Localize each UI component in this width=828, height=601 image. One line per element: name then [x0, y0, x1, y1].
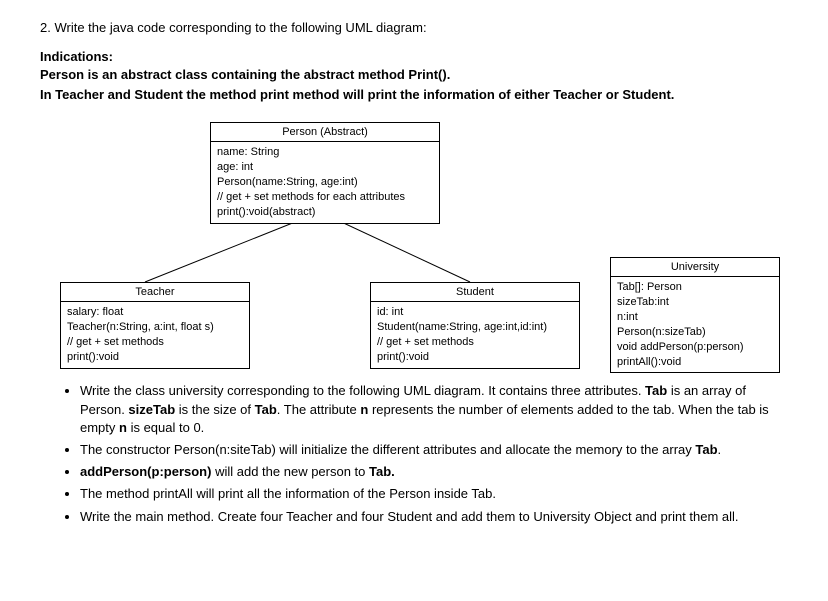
- uml-person-l2: age: int: [217, 160, 433, 175]
- uml-student-l2: Student(name:String, age:int,id:int): [377, 320, 573, 335]
- task-1-text4: . The attribute: [277, 402, 361, 417]
- uml-teacher-l4: print():void: [67, 350, 243, 365]
- uml-person-title: Person (Abstract): [211, 123, 439, 142]
- task-1-text3: is the size of: [175, 402, 254, 417]
- uml-university-l4: Person(n:sizeTab): [617, 325, 773, 340]
- indications-label: Indications:: [40, 49, 788, 64]
- uml-person-l1: name: String: [217, 145, 433, 160]
- task-1-text: Write the class university corresponding…: [80, 383, 645, 398]
- uml-university: University Tab[]: Person sizeTab:int n:i…: [610, 257, 780, 373]
- task-3-tab: Tab.: [369, 464, 395, 479]
- uml-student: Student id: int Student(name:String, age…: [370, 282, 580, 368]
- task-3: addPerson(p:person) will add the new per…: [80, 463, 788, 481]
- uml-teacher-l2: Teacher(n:String, a:int, float s): [67, 320, 243, 335]
- indication-2: In Teacher and Student the method print …: [40, 86, 788, 104]
- uml-person-l5: print():void(abstract): [217, 205, 433, 220]
- task-3-method: addPerson(p:person): [80, 464, 211, 479]
- indication-1: Person is an abstract class containing t…: [40, 66, 788, 84]
- task-1-text6: is equal to 0.: [127, 420, 204, 435]
- task-3-text: will add the new person to: [211, 464, 369, 479]
- uml-person-l4: // get + set methods for each attributes: [217, 190, 433, 205]
- task-2-text: The constructor Person(n:siteTab) will i…: [80, 442, 695, 457]
- uml-teacher-l3: // get + set methods: [67, 335, 243, 350]
- uml-student-l3: // get + set methods: [377, 335, 573, 350]
- uml-teacher: Teacher salary: float Teacher(n:String, …: [60, 282, 250, 368]
- uml-university-l5: void addPerson(p:person): [617, 340, 773, 355]
- uml-teacher-l1: salary: float: [67, 305, 243, 320]
- question-title: 2. Write the java code corresponding to …: [40, 20, 788, 35]
- task-1: Write the class university corresponding…: [80, 382, 788, 437]
- uml-teacher-title: Teacher: [61, 283, 249, 302]
- task-2-dot: .: [718, 442, 722, 457]
- uml-university-l3: n:int: [617, 310, 773, 325]
- uml-person-l3: Person(name:String, age:int): [217, 175, 433, 190]
- uml-person: Person (Abstract) name: String age: int …: [210, 122, 440, 223]
- uml-university-l1: Tab[]: Person: [617, 280, 773, 295]
- uml-university-title: University: [611, 258, 779, 277]
- task-2: The constructor Person(n:siteTab) will i…: [80, 441, 788, 459]
- uml-university-l2: sizeTab:int: [617, 295, 773, 310]
- uml-diagram: Person (Abstract) name: String age: int …: [40, 122, 788, 372]
- uml-student-l4: print():void: [377, 350, 573, 365]
- uml-university-l6: printAll():void: [617, 355, 773, 370]
- task-list: Write the class university corresponding…: [40, 382, 788, 525]
- task-1-tab2: Tab: [255, 402, 277, 417]
- task-4: The method printAll will print all the i…: [80, 485, 788, 503]
- task-2-tab: Tab: [695, 442, 717, 457]
- task-5: Write the main method. Create four Teach…: [80, 508, 788, 526]
- uml-student-l1: id: int: [377, 305, 573, 320]
- task-1-n2: n: [119, 420, 127, 435]
- task-1-sizetab: sizeTab: [128, 402, 175, 417]
- uml-student-title: Student: [371, 283, 579, 302]
- task-1-tab: Tab: [645, 383, 667, 398]
